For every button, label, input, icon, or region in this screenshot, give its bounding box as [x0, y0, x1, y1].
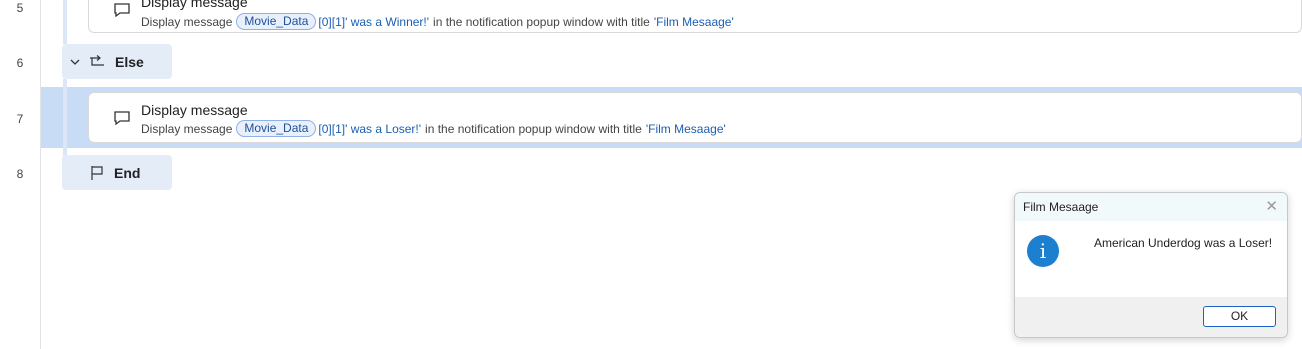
message-icon	[114, 3, 130, 18]
action-middle-text: in the notification popup window with ti…	[425, 121, 642, 136]
action-title: Display message	[141, 102, 248, 118]
action-description: Display message Movie_Data [0][1]' was a…	[141, 120, 726, 137]
else-branch-icon	[90, 54, 104, 66]
close-icon[interactable]: ✕	[1265, 197, 1278, 215]
action-title: Display message	[141, 0, 248, 10]
action-description: Display message Movie_Data [0][1]' was a…	[141, 13, 734, 30]
title-value: 'Film Mesaage'	[653, 14, 734, 29]
line-number: 6	[16, 56, 24, 70]
action-middle-text: in the notification popup window with ti…	[433, 14, 650, 29]
message-dialog: Film Mesaage ✕ i American Underdog was a…	[1014, 192, 1288, 338]
variable-chip[interactable]: Movie_Data	[236, 120, 317, 137]
action-card-display-message-selected[interactable]: Display message Display message Movie_Da…	[88, 92, 1302, 143]
end-label: End	[114, 164, 141, 181]
dialog-title: Film Mesaage	[1023, 200, 1099, 214]
info-icon: i	[1027, 235, 1059, 267]
flow-connector	[63, 79, 67, 157]
ok-button[interactable]: OK	[1203, 306, 1276, 327]
action-prefix: Display message	[141, 14, 233, 29]
message-icon	[114, 111, 130, 126]
line-number: 8	[16, 167, 24, 181]
else-block[interactable]: Else	[62, 44, 172, 79]
line-number: 7	[16, 112, 24, 126]
flow-connector	[63, 0, 67, 44]
action-card-display-message[interactable]: Display message Display message Movie_Da…	[88, 0, 1302, 33]
expression-text: [0][1]' was a Loser!'	[318, 121, 422, 136]
variable-chip[interactable]: Movie_Data	[236, 13, 317, 30]
dialog-message: American Underdog was a Loser!	[1094, 236, 1273, 250]
else-label: Else	[115, 53, 144, 70]
chevron-down-icon[interactable]	[69, 56, 81, 68]
expression-text: [0][1]' was a Winner!'	[318, 14, 430, 29]
end-block[interactable]: End	[62, 155, 172, 190]
line-number: 5	[16, 1, 24, 15]
flag-icon	[91, 165, 103, 180]
title-value: 'Film Mesaage'	[645, 121, 726, 136]
action-prefix: Display message	[141, 121, 233, 136]
dialog-footer: OK	[1015, 297, 1287, 337]
